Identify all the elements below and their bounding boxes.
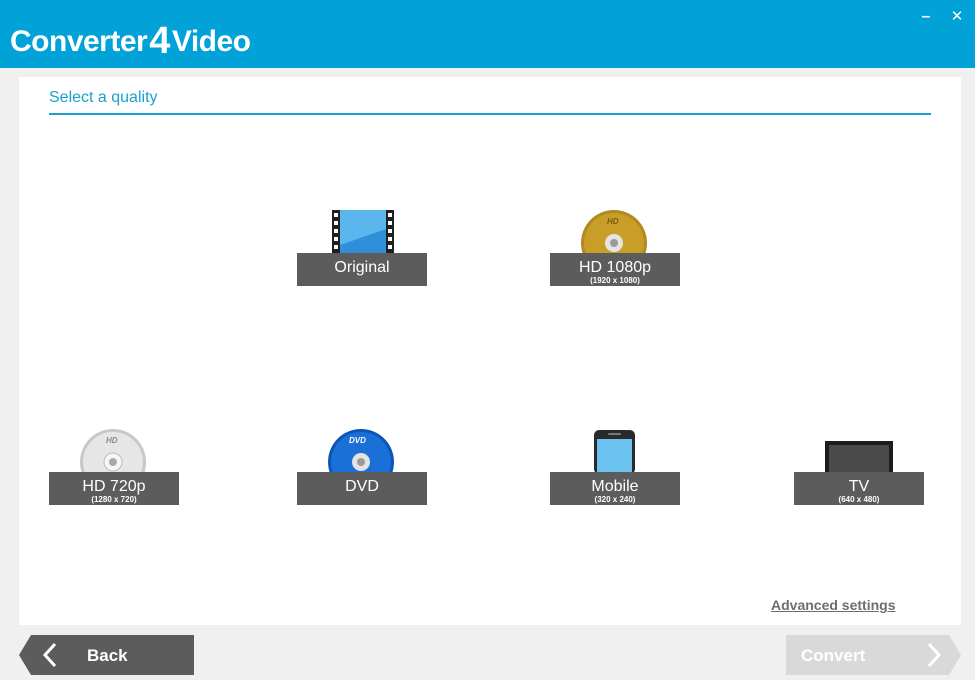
quality-name: HD 720p [82, 478, 146, 495]
svg-text:HD: HD [106, 436, 118, 445]
dvd-disc-icon: DVD [297, 426, 427, 495]
svg-text:HD: HD [607, 217, 619, 226]
quality-resolution: (320 x 240) [594, 495, 636, 504]
advanced-settings-link[interactable]: Advanced settings [771, 597, 895, 613]
quality-resolution: (1280 x 720) [91, 495, 137, 504]
quality-original[interactable]: Original [297, 207, 427, 286]
quality-label: Original [297, 253, 427, 286]
svg-text:DVD: DVD [349, 436, 366, 445]
app-title-prefix: Converter [10, 25, 148, 58]
section-title: Select a quality [49, 89, 158, 106]
quality-name: DVD [345, 478, 379, 495]
hd-silver-disc-icon: HD [49, 426, 179, 495]
hd-gold-disc-icon: HD [550, 207, 680, 276]
smartphone-icon [550, 426, 680, 474]
quality-name: Original [334, 259, 390, 276]
tv-icon [794, 426, 924, 472]
quality-name: TV [848, 478, 870, 495]
back-button[interactable]: Back [19, 635, 194, 675]
quality-resolution: (640 x 480) [838, 495, 880, 504]
quality-hd-720p[interactable]: HD HD 720p (1280 x 720) [49, 426, 179, 505]
app-title-suffix: Video [171, 25, 251, 58]
quality-label: HD 1080p (1920 x 1080) [550, 253, 680, 286]
minimize-button[interactable]: – [917, 8, 935, 26]
app-title-number: 4 [149, 20, 170, 62]
app-title: Converter4Video [10, 18, 251, 62]
quality-mobile[interactable]: Mobile (320 x 240) [550, 426, 680, 505]
chevron-right-icon [927, 642, 942, 668]
convert-button-label: Convert [801, 646, 866, 665]
back-button-label: Back [87, 646, 128, 665]
quality-dvd[interactable]: DVD DVD [297, 426, 427, 505]
quality-resolution: (1920 x 1080) [590, 276, 640, 285]
quality-label: TV (640 x 480) [794, 472, 924, 505]
quality-label: DVD [297, 472, 427, 505]
section-divider [49, 113, 931, 115]
close-button[interactable]: ✕ [948, 8, 966, 26]
chevron-left-icon [42, 642, 57, 668]
title-bar: Converter4Video – ✕ [0, 0, 975, 68]
quality-name: Mobile [591, 478, 639, 495]
film-icon [297, 207, 427, 253]
main-panel: Select a quality Original HD HD 1080p (1… [19, 77, 961, 625]
quality-label: HD 720p (1280 x 720) [49, 472, 179, 505]
quality-label: Mobile (320 x 240) [550, 472, 680, 505]
quality-name: HD 1080p [578, 259, 652, 276]
quality-tv[interactable]: TV (640 x 480) [794, 426, 924, 505]
convert-button[interactable]: Convert [786, 635, 961, 675]
quality-hd-1080p[interactable]: HD HD 1080p (1920 x 1080) [550, 207, 680, 286]
